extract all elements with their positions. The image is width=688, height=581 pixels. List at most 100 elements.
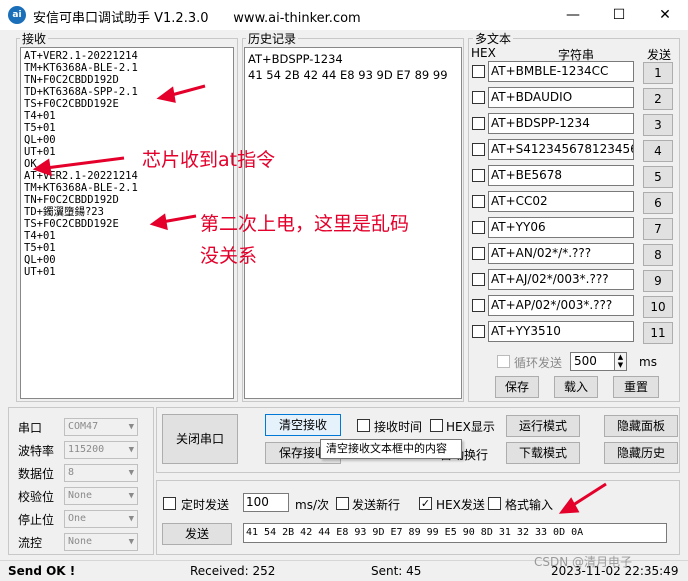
stopbits-select[interactable]: One ▼: [64, 510, 138, 528]
multitext-send-button[interactable]: 1: [643, 62, 673, 84]
multitext-hex-checkbox[interactable]: [472, 169, 485, 182]
port-select[interactable]: COM47 ▼: [64, 418, 138, 436]
multitext-hex-checkbox[interactable]: [472, 247, 485, 260]
multitext-string-input[interactable]: AT+BDAUDIO: [488, 87, 634, 108]
multitext-hex-checkbox[interactable]: [472, 325, 485, 338]
hide-history-button[interactable]: 隐藏历史: [604, 442, 678, 464]
history-item[interactable]: AT+BDSPP-1234: [248, 51, 458, 67]
timed-send-interval-input[interactable]: 100: [243, 493, 289, 512]
history-item[interactable]: 41 54 2B 42 44 E8 93 9D E7 89 99: [248, 67, 458, 83]
baud-value: 115200: [68, 444, 105, 455]
title-bar: ai 安信可串口调试助手 V1.2.3.0 www.ai-thinker.com…: [0, 0, 688, 30]
parity-value: None: [68, 490, 93, 501]
run-mode-button[interactable]: 运行模式: [506, 415, 580, 437]
multitext-string-input[interactable]: AT+BE5678: [488, 165, 634, 186]
receive-line: TD+KT6368A-SPP-2.1: [24, 86, 138, 98]
multitext-send-button[interactable]: 9: [643, 270, 673, 292]
send-newline-label: 发送新行: [352, 498, 401, 512]
multitext-string-input[interactable]: AT+BDSPP-1234: [488, 113, 634, 134]
multitext-send-button[interactable]: 2: [643, 88, 673, 110]
receive-line: TN+F0C2CBDD192D: [24, 194, 119, 206]
flow-label: 流控: [18, 536, 43, 550]
multitext-hex-checkbox[interactable]: [472, 65, 485, 78]
receive-group-title: 接收: [20, 30, 49, 47]
receive-time-checkbox[interactable]: [357, 419, 370, 432]
multitext-string-input[interactable]: AT+S4123456781234567: [488, 139, 634, 160]
loop-interval-input[interactable]: 500: [570, 352, 616, 371]
receive-line: TN+F0C2CBDD192D: [24, 74, 119, 86]
receive-line: AT+VER2.1-20221214: [24, 50, 138, 62]
multitext-send-button[interactable]: 5: [643, 166, 673, 188]
reset-multitext-button[interactable]: 重置: [613, 376, 659, 398]
timed-send-interval-unit: ms/次: [295, 498, 329, 512]
databits-value: 8: [68, 467, 75, 478]
format-input-checkbox[interactable]: [488, 497, 501, 510]
multitext-string-input[interactable]: AT+YY06: [488, 217, 634, 238]
databits-select[interactable]: 8 ▼: [64, 464, 138, 482]
multitext-send-button[interactable]: 11: [643, 322, 673, 344]
close-port-button[interactable]: 关闭串口: [162, 414, 238, 464]
multitext-hex-checkbox[interactable]: [472, 221, 485, 234]
multitext-send-button[interactable]: 6: [643, 192, 673, 214]
multitext-send-button[interactable]: 8: [643, 244, 673, 266]
receive-line: TM+KT6368A-BLE-2.1: [24, 182, 138, 194]
receive-line: TS+F0C2CBDD192E: [24, 98, 119, 110]
save-multitext-button[interactable]: 保存: [495, 376, 539, 398]
multitext-string-input[interactable]: AT+AJ/02*/003*.???: [488, 269, 634, 290]
chevron-down-icon: ▼: [128, 422, 134, 432]
multitext-hex-checkbox[interactable]: [472, 143, 485, 156]
multitext-send-button[interactable]: 3: [643, 114, 673, 136]
flow-select[interactable]: None ▼: [64, 533, 138, 551]
loop-interval-spinner[interactable]: ▲ ▼: [614, 352, 627, 371]
hex-column-header: HEX: [471, 46, 496, 60]
send-data-input[interactable]: 41 54 2B 42 44 E8 93 9D E7 89 99 E5 90 8…: [243, 523, 667, 543]
multitext-hex-checkbox[interactable]: [472, 117, 485, 130]
window-title: 安信可串口调试助手 V1.2.3.0 www.ai-thinker.com: [33, 11, 361, 26]
multitext-send-button[interactable]: 7: [643, 218, 673, 240]
timed-send-checkbox[interactable]: [163, 497, 176, 510]
maximize-button[interactable]: ☐: [596, 0, 642, 30]
received-count: Received: 252: [190, 564, 276, 578]
hex-send-checkbox[interactable]: ✓: [419, 497, 432, 510]
databits-label: 数据位: [18, 467, 55, 481]
timed-send-label: 定时发送: [181, 498, 230, 512]
csdn-watermark: CSDN @清月电子: [534, 555, 633, 569]
download-mode-button[interactable]: 下载模式: [506, 442, 580, 464]
chevron-down-icon: ▼: [128, 445, 134, 455]
receive-line: TM+KT6368A-BLE-2.1: [24, 62, 138, 74]
multitext-send-button[interactable]: 10: [643, 296, 673, 318]
sent-count: Sent: 45: [371, 564, 422, 578]
app-window: ai 安信可串口调试助手 V1.2.3.0 www.ai-thinker.com…: [0, 0, 688, 581]
clear-receive-button[interactable]: 清空接收: [265, 414, 341, 436]
load-multitext-button[interactable]: 载入: [554, 376, 598, 398]
minimize-button[interactable]: —: [550, 0, 596, 30]
multitext-hex-checkbox[interactable]: [472, 273, 485, 286]
loop-interval-unit: ms: [639, 355, 657, 369]
send-button[interactable]: 发送: [162, 523, 232, 545]
hide-panel-button[interactable]: 隐藏面板: [604, 415, 678, 437]
multitext-string-input[interactable]: AT+AP/02*/003*.???: [488, 295, 634, 316]
multitext-string-input[interactable]: AT+YY3510: [488, 321, 634, 342]
chevron-down-icon: ▼: [128, 468, 134, 478]
multitext-send-button[interactable]: 4: [643, 140, 673, 162]
annotation-chip-received: 芯片收到at指令: [142, 149, 276, 171]
multitext-string-input[interactable]: AT+BMBLE-1234CC: [488, 61, 634, 82]
flow-value: None: [68, 536, 93, 547]
send-newline-checkbox[interactable]: [336, 497, 349, 510]
app-logo-icon: ai: [8, 6, 26, 24]
history-group-title: 历史记录: [246, 30, 299, 47]
multitext-hex-checkbox[interactable]: [472, 195, 485, 208]
baud-select[interactable]: 115200 ▼: [64, 441, 138, 459]
multitext-string-input[interactable]: AT+AN/02*/*.???: [488, 243, 634, 264]
parity-label: 校验位: [18, 490, 55, 504]
close-button[interactable]: ✕: [642, 0, 688, 30]
hex-display-checkbox[interactable]: [430, 419, 443, 432]
loop-send-checkbox[interactable]: [497, 355, 510, 368]
hex-display-label: HEX显示: [446, 420, 495, 434]
multitext-string-input[interactable]: AT+CC02: [488, 191, 634, 212]
multitext-hex-checkbox[interactable]: [472, 299, 485, 312]
multitext-hex-checkbox[interactable]: [472, 91, 485, 104]
parity-select[interactable]: None ▼: [64, 487, 138, 505]
clear-receive-tooltip: 清空接收文本框中的内容: [320, 439, 462, 459]
loop-send-label: 循环发送: [514, 356, 563, 370]
